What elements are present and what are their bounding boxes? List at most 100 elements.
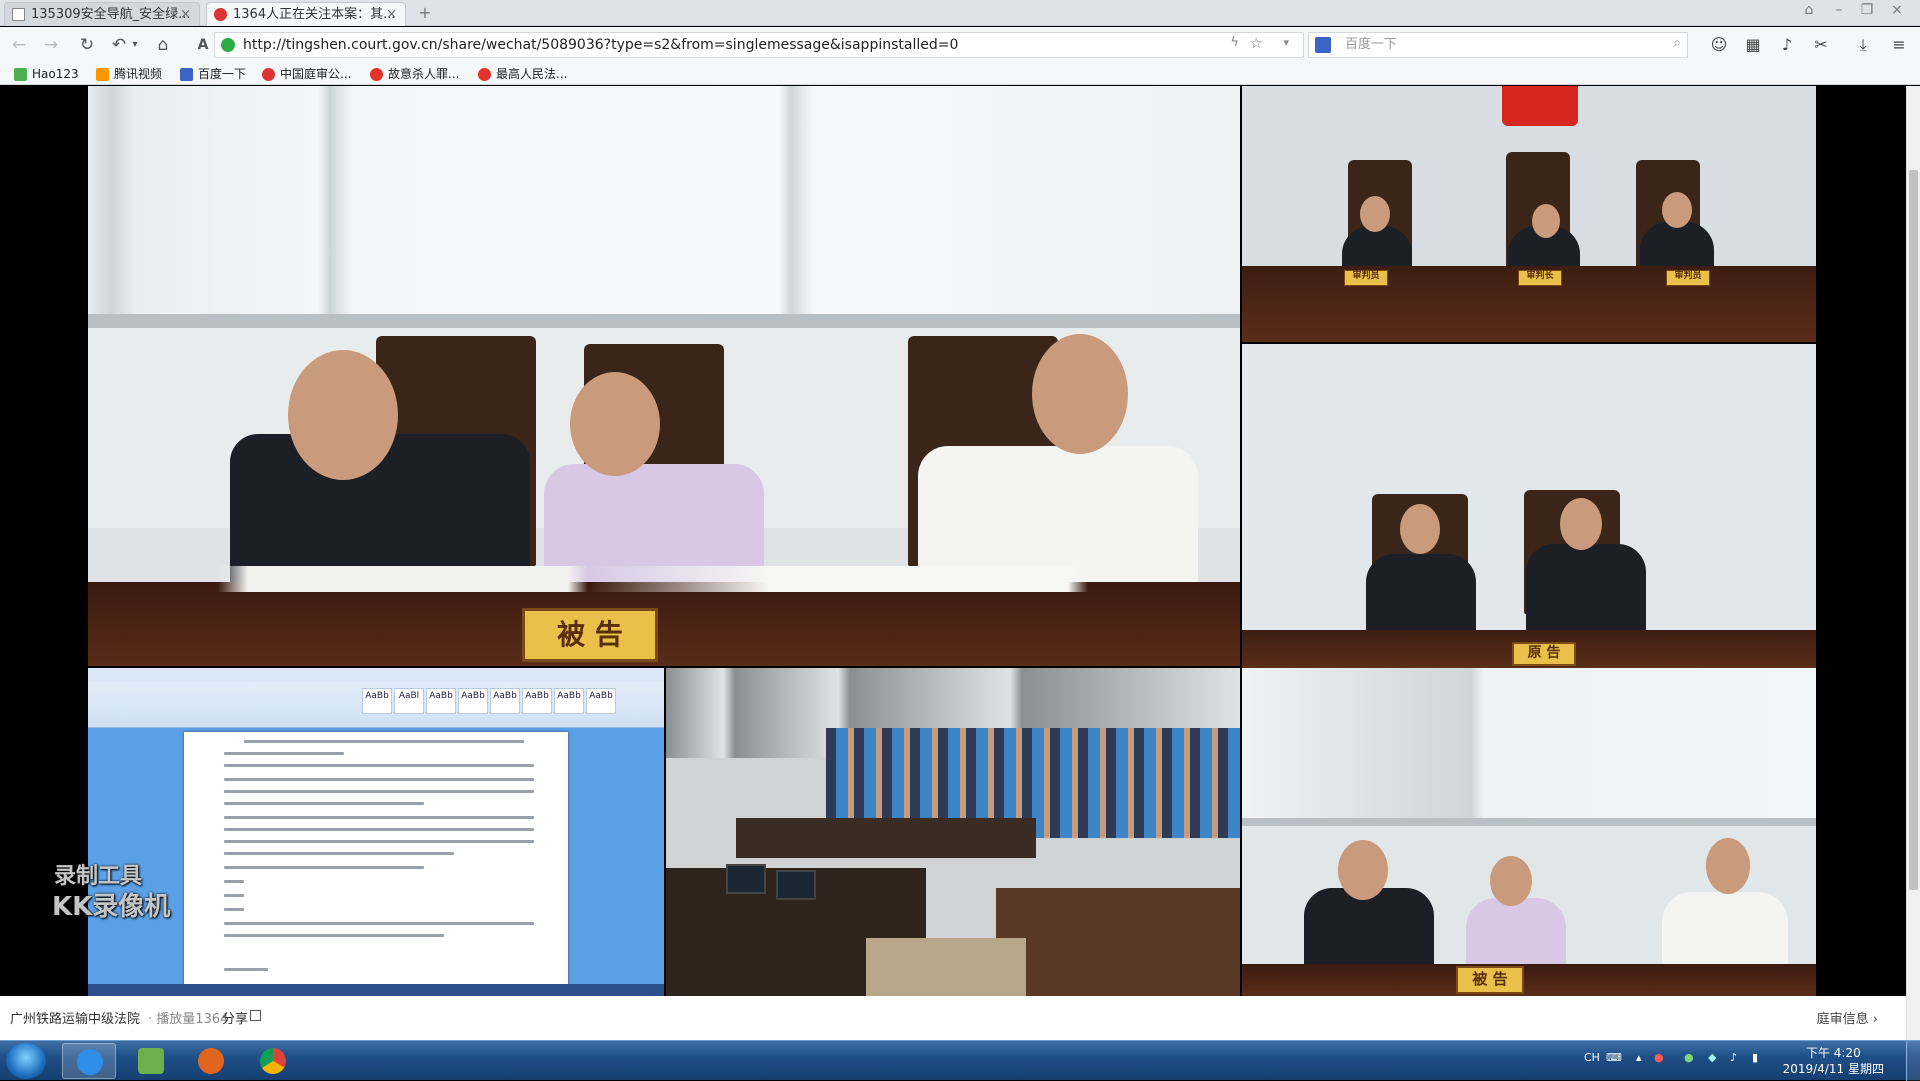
close-icon[interactable]: × [180, 3, 191, 26]
scissors-icon[interactable]: ✂ [1810, 34, 1832, 56]
show-desktop-button[interactable] [1906, 1041, 1920, 1081]
style-box: AaBl [394, 688, 424, 714]
taskbar-browser[interactable] [62, 1043, 116, 1079]
style-box: AaBb [586, 688, 616, 714]
bookmark-label: 腾讯视频 [114, 67, 163, 81]
page-scrollbar[interactable] [1906, 86, 1920, 1040]
home-button[interactable]: ⌂ [152, 34, 174, 56]
refresh-button[interactable]: ↻ [76, 34, 98, 56]
chrome-icon [260, 1048, 286, 1074]
security-tray-icon[interactable]: ● [1654, 1051, 1664, 1064]
monitor [776, 870, 816, 900]
chat-icon[interactable]: ☺ [1708, 34, 1730, 56]
bench-right [996, 888, 1240, 996]
menu-icon[interactable]: ≡ [1888, 34, 1910, 56]
star-icon[interactable]: ☆ [1250, 34, 1263, 52]
doc-line [224, 968, 268, 971]
person-head [1360, 196, 1390, 232]
person-head [1706, 838, 1750, 894]
accessibility-icon[interactable]: A [192, 34, 214, 56]
system-clock[interactable]: 下午 4:20 2019/4/11 星期四 [1783, 1045, 1884, 1077]
keyboard-icon[interactable]: ⌨ [1606, 1051, 1622, 1064]
close-icon[interactable]: × [386, 3, 397, 26]
start-button[interactable] [6, 1043, 46, 1079]
video-courtroom-audience[interactable] [666, 668, 1240, 996]
url-text[interactable]: http://tingshen.court.gov.cn/share/wecha… [243, 33, 958, 57]
plaintiff-lawyer-left [1366, 554, 1476, 634]
video-plaintiff[interactable]: 原 告 [1242, 344, 1816, 668]
share-link[interactable]: 分享 [222, 1008, 248, 1027]
watermark-line: 录制工具 [54, 864, 143, 889]
forward-button[interactable]: → [40, 34, 62, 56]
bookmark-supreme-court[interactable]: 最高人民法... [478, 65, 567, 83]
bookmark-tencent-video[interactable]: 腾讯视频 [96, 65, 162, 83]
bookmark-label: 中国庭审公... [280, 67, 352, 81]
person-head [1560, 498, 1602, 550]
doc-line [224, 880, 244, 883]
bookmark-hao123[interactable]: Hao123 [14, 65, 79, 83]
speaker-icon[interactable]: ♪ [1776, 34, 1798, 56]
scrollbar-thumb[interactable] [1909, 170, 1918, 890]
shield-tray-icon[interactable]: ◆ [1708, 1051, 1716, 1064]
network-tray-icon[interactable]: ● [1684, 1051, 1694, 1064]
bookmark-label: 故意杀人罪... [388, 67, 460, 81]
defendant-lawyer-left [1304, 888, 1434, 968]
new-tab-button[interactable]: + [414, 3, 436, 23]
address-bar[interactable]: http://tingshen.court.gov.cn/share/wecha… [214, 32, 1304, 58]
search-box[interactable]: 百度一下 ⌕ [1308, 32, 1688, 58]
video-defendant-small[interactable]: 被 告 [1242, 668, 1816, 996]
chevron-down-icon[interactable]: ▾ [1283, 36, 1289, 49]
desk-papers [168, 566, 1168, 592]
person-head [1338, 840, 1388, 900]
style-box: AaBb [362, 688, 392, 714]
style-box: AaBb [490, 688, 520, 714]
doc-line [224, 852, 454, 855]
search-icon[interactable]: ⌕ [1673, 35, 1681, 51]
skin-icon[interactable]: ⌂ [1798, 2, 1820, 18]
bookmark-murder-case[interactable]: 故意杀人罪... [370, 65, 459, 83]
tab-safety-nav[interactable]: 135309安全导航_安全绿... × [4, 2, 200, 26]
back-button[interactable]: ← [8, 34, 30, 56]
taskbar-chrome[interactable] [246, 1043, 300, 1079]
input-language[interactable]: CH [1584, 1051, 1600, 1064]
baidu-engine-icon[interactable] [1315, 37, 1331, 53]
court-name[interactable]: 广州铁路运输中级法院 [10, 1008, 140, 1027]
lightning-icon[interactable]: ϟ [1230, 35, 1239, 50]
window-wall [88, 86, 1240, 316]
bookmark-baidu[interactable]: 百度一下 [180, 65, 246, 83]
taskbar-kk-recorder[interactable] [184, 1043, 238, 1079]
external-link-icon[interactable] [250, 1010, 261, 1021]
tab-court-case[interactable]: 1364人正在关注本案：其... × [206, 2, 406, 26]
browser-icon [77, 1049, 103, 1075]
doc-line [224, 828, 534, 831]
video-document-screen[interactable]: AaBb AaBl AaBb AaBb AaBb AaBb AaBb AaBb [88, 668, 664, 996]
monitor [726, 864, 766, 894]
main-video-defendant[interactable]: 被 告 [88, 86, 1240, 666]
bookmarks-bar: Hao123 腾讯视频 百度一下 中国庭审公... 故意杀人罪... 最高人民法… [0, 63, 1920, 85]
close-window-button[interactable]: × [1886, 2, 1908, 18]
word-ribbon: AaBb AaBl AaBb AaBb AaBb AaBb AaBb AaBb [88, 668, 664, 728]
video-judges[interactable]: 审判员 审判长 审判员 [1242, 86, 1816, 342]
restore-button[interactable]: ❐ [1856, 2, 1878, 18]
doc-line [224, 908, 244, 911]
windows-taskbar: CH ⌨ ▴ ● ● ◆ ♪ ▮ 下午 4:20 2019/4/11 星期四 [0, 1040, 1920, 1081]
doc-line [224, 778, 534, 781]
tab-bar: 135309安全导航_安全绿... × 1364人正在关注本案：其... × +… [0, 0, 1920, 26]
volume-icon[interactable]: ♪ [1730, 1051, 1737, 1064]
doc-line [224, 764, 534, 767]
doc-line [224, 934, 444, 937]
tray-expand-icon[interactable]: ▴ [1636, 1051, 1642, 1064]
download-icon[interactable]: ⤓ [1852, 34, 1874, 56]
baidu-icon [180, 68, 193, 81]
apps-grid-icon[interactable]: ▦ [1742, 34, 1764, 56]
taskbar-image-viewer[interactable] [124, 1043, 178, 1079]
tab-label: 1364人正在关注本案：其... [233, 7, 396, 22]
hao123-icon [14, 68, 27, 81]
bookmark-court-trial[interactable]: 中国庭审公... [262, 65, 351, 83]
court-info-link[interactable]: 庭审信息 › [1817, 1008, 1878, 1027]
undo-dropdown-icon[interactable]: ▾ [124, 34, 146, 56]
wall-rail [88, 314, 1240, 328]
audience-desk [736, 818, 1036, 858]
minimize-button[interactable]: – [1828, 2, 1850, 18]
signal-icon[interactable]: ▮ [1752, 1051, 1758, 1064]
